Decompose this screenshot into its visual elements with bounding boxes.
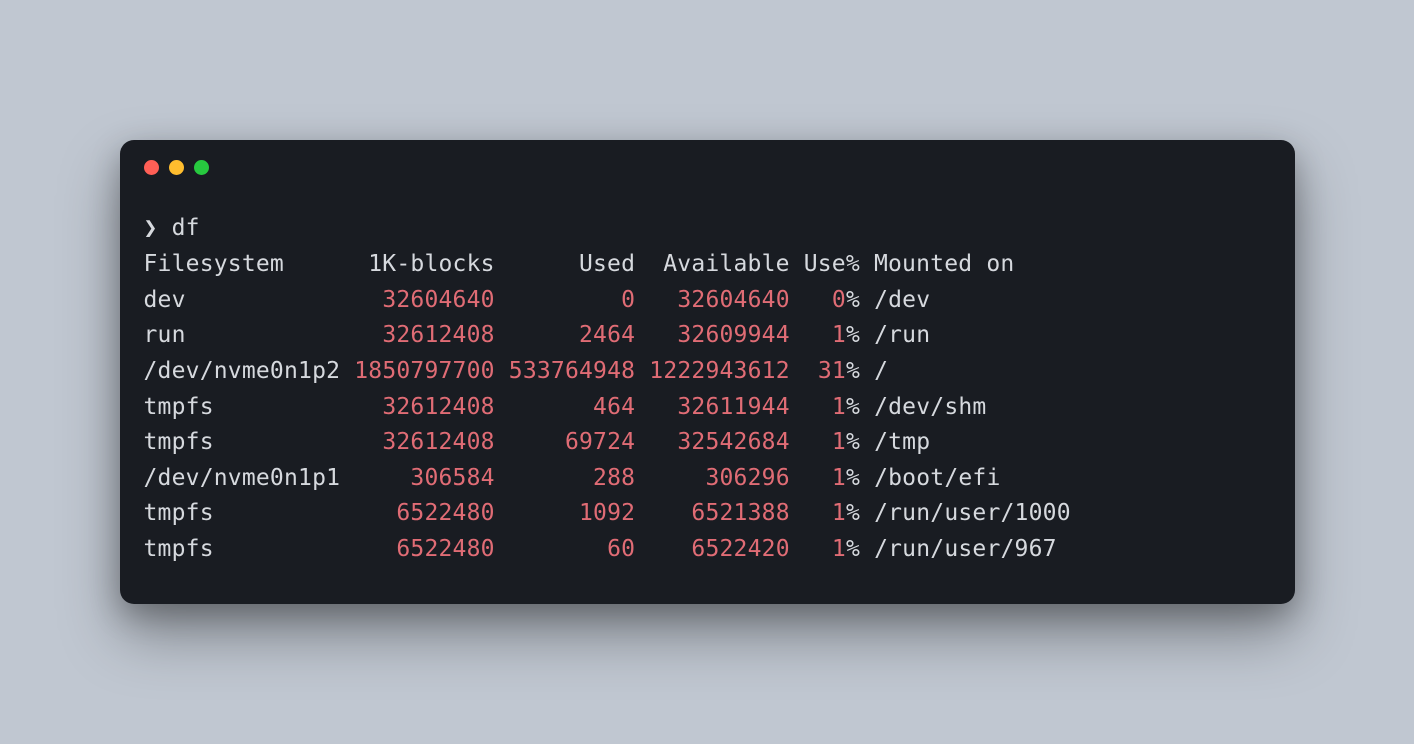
available-cell: 6521388 <box>649 500 789 526</box>
mount-cell: /dev/shm <box>874 394 986 420</box>
usepct-cell: 0 <box>832 287 846 313</box>
fs-cell: tmpfs <box>144 394 355 420</box>
fs-cell: /dev/nvme0n1p2 <box>144 358 355 384</box>
usepct-cell: 1 <box>832 429 846 455</box>
fs-cell: dev <box>144 287 355 313</box>
blocks-cell: 6522480 <box>354 500 494 526</box>
usepct-cell: 1 <box>832 394 846 420</box>
available-cell: 32611944 <box>649 394 789 420</box>
mount-cell: /dev <box>874 287 930 313</box>
minimize-icon[interactable] <box>169 160 184 175</box>
available-cell: 32609944 <box>649 322 789 348</box>
window-titlebar <box>120 140 1295 183</box>
blocks-cell: 32604640 <box>354 287 494 313</box>
maximize-icon[interactable] <box>194 160 209 175</box>
used-cell: 69724 <box>509 429 635 455</box>
fs-cell: tmpfs <box>144 500 355 526</box>
available-cell: 306296 <box>649 465 789 491</box>
usepct-cell: 1 <box>832 536 846 562</box>
used-cell: 60 <box>509 536 635 562</box>
usepct-cell: 1 <box>832 465 846 491</box>
df-output: dev 32604640 0 32604640 0% /dev run 3261… <box>144 287 1071 562</box>
blocks-cell: 6522480 <box>354 536 494 562</box>
mount-cell: / <box>874 358 888 384</box>
blocks-cell: 32612408 <box>354 394 494 420</box>
available-cell: 6522420 <box>649 536 789 562</box>
mount-cell: /tmp <box>874 429 930 455</box>
close-icon[interactable] <box>144 160 159 175</box>
usepct-cell: 1 <box>832 322 846 348</box>
blocks-cell: 32612408 <box>354 322 494 348</box>
used-cell: 464 <box>509 394 635 420</box>
mount-cell: /run/user/1000 <box>874 500 1071 526</box>
blocks-cell: 32612408 <box>354 429 494 455</box>
terminal-body[interactable]: ❯ df Filesystem 1K-blocks Used Available… <box>120 183 1295 603</box>
available-cell: 32542684 <box>649 429 789 455</box>
terminal-window: ❯ df Filesystem 1K-blocks Used Available… <box>120 140 1295 603</box>
mount-cell: /run <box>874 322 930 348</box>
mount-cell: /run/user/967 <box>874 536 1057 562</box>
used-cell: 288 <box>509 465 635 491</box>
blocks-cell: 1850797700 <box>354 358 494 384</box>
fs-cell: tmpfs <box>144 429 355 455</box>
command-text: df <box>172 215 200 241</box>
df-header-row: Filesystem 1K-blocks Used Available Use%… <box>144 251 1015 277</box>
used-cell: 1092 <box>509 500 635 526</box>
used-cell: 0 <box>509 287 635 313</box>
fs-cell: /dev/nvme0n1p1 <box>144 465 355 491</box>
fs-cell: run <box>144 322 355 348</box>
available-cell: 1222943612 <box>649 358 789 384</box>
usepct-cell: 31 <box>818 358 846 384</box>
mount-cell: /boot/efi <box>874 465 1000 491</box>
fs-cell: tmpfs <box>144 536 355 562</box>
used-cell: 533764948 <box>509 358 635 384</box>
available-cell: 32604640 <box>649 287 789 313</box>
usepct-cell: 1 <box>832 500 846 526</box>
used-cell: 2464 <box>509 322 635 348</box>
blocks-cell: 306584 <box>354 465 494 491</box>
prompt-symbol: ❯ <box>144 215 158 241</box>
